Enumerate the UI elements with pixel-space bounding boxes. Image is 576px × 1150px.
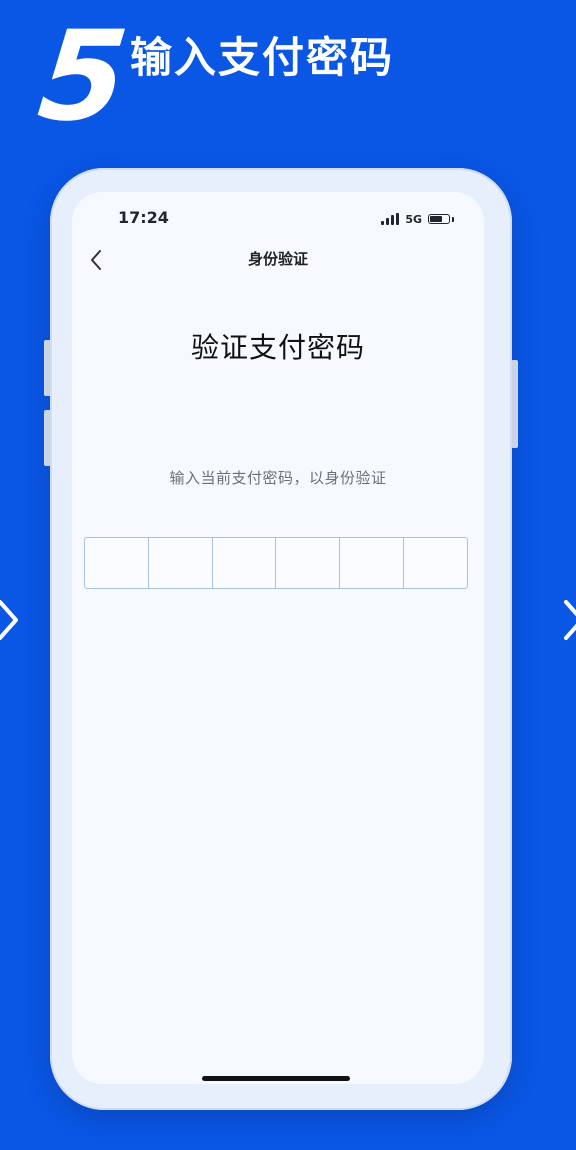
status-time: 17:24 <box>118 208 169 227</box>
chevron-left-icon[interactable] <box>0 594 24 646</box>
pin-digit-4[interactable] <box>276 538 341 588</box>
pin-digit-1[interactable] <box>85 538 149 588</box>
pin-digit-3[interactable] <box>213 538 277 588</box>
status-icons: 5G <box>381 210 454 228</box>
home-indicator[interactable] <box>202 1076 350 1081</box>
step-title: 输入支付密码 <box>130 33 395 82</box>
pin-digit-6[interactable] <box>404 538 467 588</box>
chevron-right-icon[interactable] <box>556 594 576 646</box>
pin-digit-5[interactable] <box>340 538 405 588</box>
phone-screen: 17:24 5G 身份验证 验证支付密码 输入当前支付密码，以身份验证 <box>72 192 484 1084</box>
network-label: 5G <box>405 212 422 226</box>
hint-text: 输入当前支付密码，以身份验证 <box>169 469 387 487</box>
pin-digit-2[interactable] <box>149 538 213 588</box>
signal-icon <box>381 213 400 225</box>
step-number: 5 <box>32 5 134 149</box>
page-heading: 验证支付密码 <box>190 331 365 364</box>
nav-title: 身份验证 <box>247 250 308 268</box>
pin-input[interactable] <box>84 537 468 589</box>
battery-icon <box>428 214 450 224</box>
